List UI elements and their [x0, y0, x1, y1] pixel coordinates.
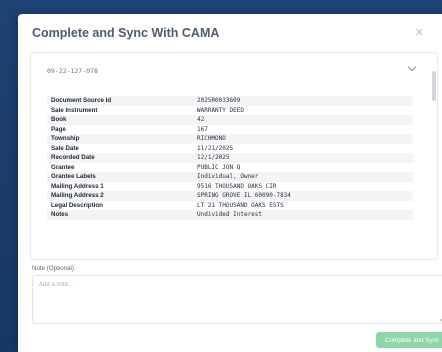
- row-label: Legal Description: [51, 201, 103, 209]
- row-value: 2025R0033609: [193, 96, 413, 106]
- row-value: 167: [197, 125, 208, 133]
- table-row: Grantee Labels Individual, Owner: [47, 172, 413, 182]
- record-card-header[interactable]: 09-22-127-078: [31, 53, 437, 79]
- table-row: Sale Date 11/21/2025: [47, 144, 413, 154]
- row-label: Grantee Labels: [47, 172, 193, 182]
- row-value: Individual, Owner: [193, 172, 413, 182]
- row-label: Notes: [47, 210, 193, 220]
- complete-sync-modal: Complete and Sync With CAMA ✕ 09-22-127-…: [18, 14, 442, 352]
- table-row: Notes Undivided Interest: [47, 210, 413, 220]
- table-row: Sale Instrument WARRANTY DEED: [47, 106, 413, 116]
- table-row: Book 42: [47, 115, 413, 125]
- table-row: Grantee PUBLIC JON Q: [47, 163, 413, 173]
- table-row: Page 167: [47, 125, 413, 135]
- record-card: 09-22-127-078 Document Source Id 2025R00…: [30, 52, 438, 260]
- chevron-down-icon[interactable]: [407, 65, 417, 73]
- table-row: Document Source Id 2025R0033609: [47, 96, 413, 106]
- row-value: Undivided Interest: [193, 210, 413, 220]
- row-label: Page: [51, 125, 66, 133]
- row-label: Recorded Date: [47, 153, 193, 163]
- note-input[interactable]: [32, 275, 442, 324]
- row-label: Township: [47, 134, 193, 144]
- row-value: RICHMOND: [193, 134, 413, 144]
- parcel-id: 09-22-127-078: [47, 67, 98, 75]
- close-icon[interactable]: ✕: [415, 28, 424, 39]
- row-label: Mailing Address 2: [47, 191, 193, 201]
- table-row: Township RICHMOND: [47, 134, 413, 144]
- scroll-thumb[interactable]: [432, 71, 436, 101]
- row-value: 12/1/2025: [193, 153, 413, 163]
- record-properties-table: Document Source Id 2025R0033609 Sale Ins…: [47, 96, 413, 220]
- table-row: Legal Description LT 21 THOUSAND OAKS ES…: [47, 201, 413, 211]
- table-row: Recorded Date 12/1/2025: [47, 153, 413, 163]
- row-value: LT 21 THOUSAND OAKS ESTS: [197, 201, 284, 209]
- row-label: Book: [47, 115, 193, 125]
- row-value: PUBLIC JON Q: [197, 163, 241, 171]
- row-label: Document Source Id: [47, 96, 193, 106]
- table-row: Mailing Address 1 9516 THOUSAND OAKS CIR: [47, 182, 413, 192]
- modal-title: Complete and Sync With CAMA: [32, 26, 220, 40]
- table-row: Mailing Address 2 SPRING GROVE IL 60090-…: [47, 191, 413, 201]
- row-label: Sale Instrument: [51, 106, 98, 114]
- row-label: Mailing Address 1: [51, 182, 104, 190]
- row-label: Grantee: [51, 163, 75, 171]
- note-label: Note (Optional): [32, 265, 74, 272]
- complete-and-sync-button[interactable]: Complete and Sync: [376, 332, 442, 348]
- row-value: WARRANTY DEED: [197, 106, 244, 114]
- row-value: SPRING GROVE IL 60090-7834: [193, 191, 413, 201]
- row-value: 42: [193, 115, 413, 125]
- record-scrollbar[interactable]: [431, 57, 437, 257]
- row-value: 11/21/2025: [197, 144, 234, 152]
- row-label: Sale Date: [51, 144, 79, 152]
- row-value: 9516 THOUSAND OAKS CIR: [197, 182, 277, 190]
